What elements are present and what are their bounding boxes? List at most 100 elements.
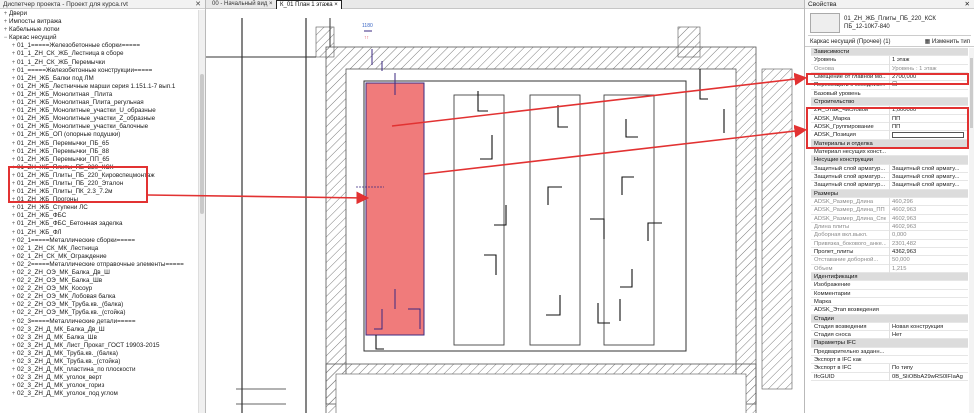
tree-item[interactable]: +02_2=====Металлические отправочные элем… — [0, 261, 197, 269]
property-row[interactable]: Базовый уровень — [811, 90, 968, 98]
tree-item[interactable]: +01_ZH_ЖБ_Монолитные_участки_U_образные — [0, 107, 197, 115]
expand-icon[interactable]: + — [10, 374, 17, 382]
expand-icon[interactable]: + — [10, 390, 17, 398]
property-value[interactable]: Защитный слой армату... — [889, 164, 966, 173]
expand-icon[interactable]: + — [10, 382, 17, 390]
tree-item[interactable]: +01_ZH_ЖБ_ФБС_Бетонная заделка — [0, 220, 197, 228]
expand-icon[interactable]: + — [10, 204, 17, 212]
expand-icon[interactable]: + — [2, 10, 9, 18]
property-group-header[interactable]: Строительство — [811, 97, 968, 107]
expand-icon[interactable]: + — [10, 269, 17, 277]
property-value[interactable]: Защитный слой армату... — [889, 172, 966, 182]
tree-item[interactable]: +01_ZH_ЖБ_Перемычки_ПБ_65 — [0, 140, 197, 148]
property-group-header[interactable]: Несущие конструкции — [811, 156, 968, 165]
property-group-header[interactable]: Размеры — [811, 189, 968, 198]
property-row[interactable]: Защитный слой арматур... Защитный слой ар… — [811, 172, 968, 182]
property-group-header[interactable]: Стадии — [811, 314, 968, 323]
property-row[interactable]: Стадия сноса Нет — [811, 331, 968, 340]
scrollbar-thumb[interactable] — [970, 58, 973, 128]
property-value[interactable]: По типу — [889, 364, 966, 373]
expand-icon[interactable]: + — [10, 318, 17, 326]
expand-icon[interactable]: + — [10, 59, 17, 67]
tree-item[interactable]: +01_ZH_ЖБ_Лестничные марши серия 1.151.1… — [0, 83, 197, 91]
tree-item[interactable]: +02_3_ZH_Д_МК_уголок_верт — [0, 374, 197, 382]
property-group-header[interactable]: Идентификация — [811, 272, 968, 282]
category-filter[interactable]: Каркас несущий (Прочее) (1) ▦ Изменить т… — [805, 37, 974, 47]
tree-item[interactable]: +01_1_ZH_СК_ЖБ_Лестница в сборе — [0, 50, 197, 58]
expand-icon[interactable]: + — [10, 91, 17, 99]
property-row[interactable]: Привязка_бокового_анке... 2301,482 — [811, 239, 968, 248]
property-row[interactable]: ADSK_Размер_Длина_Спец 4602,963 — [811, 214, 968, 223]
scrollbar-thumb[interactable] — [200, 74, 204, 214]
expand-icon[interactable]: + — [10, 237, 17, 245]
expand-icon[interactable]: + — [10, 253, 17, 261]
property-row[interactable]: Материал несущих конст... — [811, 148, 968, 157]
tree-item[interactable]: +02_3=====Металлические детали===== — [0, 318, 197, 326]
collapse-icon[interactable]: − — [2, 34, 9, 42]
browser-scrollbar[interactable] — [198, 10, 205, 413]
tree-item[interactable]: + Двери — [0, 10, 197, 18]
property-value[interactable]: 460,296 — [889, 197, 966, 207]
property-value[interactable]: Нет — [889, 331, 966, 340]
property-value[interactable]: 1 этаж — [889, 56, 966, 65]
tree-item[interactable]: +02_3_ZH_Д_МК_Труба.кв._(балка) — [0, 350, 197, 358]
tree-item[interactable]: +02_3_ZH_Д_МК_уголок_гориз — [0, 382, 197, 390]
property-value[interactable]: 0,000 — [889, 231, 966, 240]
expand-icon[interactable]: + — [2, 26, 9, 34]
tree-item[interactable]: +01_ZH_ЖБ_Ступени ЛС — [0, 204, 197, 212]
expand-icon[interactable]: + — [10, 148, 17, 156]
tree-item[interactable]: +02_2_ZH_ОЭ_МК_Балка_Дв_Ш — [0, 269, 197, 277]
expand-icon[interactable]: + — [10, 261, 17, 269]
property-row[interactable]: ADSK_Этап возведения — [811, 306, 968, 315]
property-value[interactable]: 1,215 — [889, 264, 966, 273]
expand-icon[interactable]: + — [10, 309, 17, 317]
property-value[interactable]: 4602,963 — [889, 206, 966, 215]
tree-item[interactable]: +02_3_ZH_Д_МК_Лист_Прокат_ГОСТ 19903-201… — [0, 342, 197, 350]
tree-item[interactable]: +01_ZH_ЖБ_Перемычки_ПП_65 — [0, 156, 197, 164]
tree-item[interactable]: +01_ZH_ЖБ_Монолитная _Плита — [0, 91, 197, 99]
tree-item[interactable]: +02_3_ZH_Д_МК_Балка_Шв — [0, 334, 197, 342]
expand-icon[interactable]: + — [10, 350, 17, 358]
tree-item[interactable]: +02_1=====Металлические сборки===== — [0, 237, 197, 245]
expand-icon[interactable]: + — [10, 220, 17, 228]
property-row[interactable]: Объем 1,215 — [811, 264, 968, 273]
property-row[interactable]: Стадия возведения Новая конструкция — [811, 322, 968, 332]
expand-icon[interactable]: + — [10, 285, 17, 293]
expand-icon[interactable]: + — [10, 245, 17, 253]
expand-icon[interactable]: + — [10, 156, 17, 164]
expand-icon[interactable]: + — [10, 366, 17, 374]
tree-item[interactable]: +01_1_ZH_СК_ЖБ_Перемычки — [0, 59, 197, 67]
tree-item[interactable]: +02_1_ZH_СК_МК_Лестница — [0, 245, 197, 253]
property-row[interactable]: Длина плиты 4602,963 — [811, 222, 968, 232]
expand-icon[interactable]: + — [10, 42, 17, 50]
expand-icon[interactable]: + — [10, 326, 17, 334]
expand-icon[interactable]: + — [2, 18, 9, 26]
expand-icon[interactable]: + — [10, 334, 17, 342]
expand-icon[interactable]: + — [10, 212, 17, 220]
tree-item[interactable]: +02_1_ZH_СК_МК_Ограждение — [0, 253, 197, 261]
property-value[interactable]: 50,000 — [889, 256, 966, 265]
edit-type-button[interactable]: ▦ Изменить тип — [925, 37, 970, 47]
property-row[interactable]: Пролет_плиты 4362,963 — [811, 247, 968, 257]
tree-item[interactable]: +02_3_ZH_Д_МК_Балка_Дв_Ш — [0, 326, 197, 334]
expand-icon[interactable]: + — [10, 107, 17, 115]
property-row[interactable]: Защитный слой арматур... Защитный слой ар… — [811, 164, 968, 173]
property-value[interactable]: Новая конструкция — [889, 322, 966, 332]
property-row[interactable]: Доборная вкл.выкл. 0,000 — [811, 231, 968, 240]
floor-plan-canvas[interactable]: 1180 ↑↑ — [206, 9, 804, 413]
expand-icon[interactable]: + — [10, 115, 17, 123]
tree-item[interactable]: +01_ZH_ЖБ_ФБС — [0, 212, 197, 220]
property-row[interactable]: ADSK_Размер_Длина_ПП 4602,963 — [811, 206, 968, 215]
property-group-header[interactable]: Параметры IFC — [811, 339, 968, 348]
property-row[interactable]: Предварительно заданн... — [811, 348, 968, 357]
tree-item[interactable]: +01_ZH_ЖБ_Балки под ЛМ — [0, 75, 197, 83]
expand-icon[interactable]: + — [10, 99, 17, 107]
expand-icon[interactable]: + — [10, 83, 17, 91]
property-row[interactable]: Комментарии — [811, 290, 968, 298]
property-value[interactable]: 0B_SliOBbA29wRS0lFIaAg — [889, 372, 966, 382]
property-row[interactable]: Отставание доборной... 50,000 — [811, 256, 968, 265]
tree-item[interactable]: +01_ZH_ЖБ_Перемычки_ПБ_88 — [0, 148, 197, 156]
tab-start-view[interactable]: 00 - Начальный вид × — [209, 0, 276, 9]
close-icon[interactable]: × — [334, 2, 338, 8]
tree-item[interactable]: +02_3_ZH_Д_МК_уголок_под углом — [0, 390, 197, 398]
